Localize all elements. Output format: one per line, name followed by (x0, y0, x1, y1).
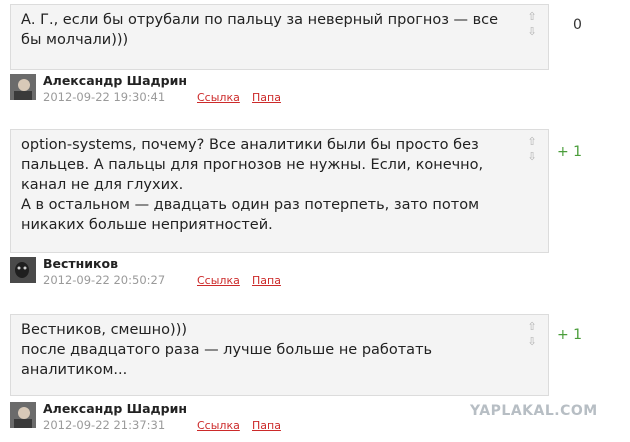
avatar[interactable] (10, 74, 36, 100)
author-name[interactable]: Вестников (43, 256, 118, 271)
comment-bubble: option-systems, почему? Все аналитики бы… (10, 129, 549, 253)
comment-meta: Вестников 2012-09-22 20:50:27 Ссылка Пап… (10, 256, 530, 288)
comment-text: Вестников, смешно))) после двадцатого ра… (21, 322, 433, 378)
vote-up-icon[interactable]: ⇧ (526, 319, 538, 334)
comment-meta: Александр Шадрин 2012-09-22 21:37:31 Ссы… (10, 401, 530, 433)
vote-down-icon[interactable]: ⇩ (526, 24, 538, 39)
vote-down-icon[interactable]: ⇩ (526, 334, 538, 349)
comment-timestamp: 2012-09-22 19:30:41 (43, 90, 166, 104)
parent-link[interactable]: Папа (252, 91, 281, 104)
comment-link[interactable]: Ссылка (197, 274, 240, 287)
comment-text: А. Г., если бы отрубали по пальцу за нев… (21, 12, 499, 48)
vote-controls: ⇧ ⇩ (526, 319, 538, 349)
site-watermark: YAPLAKAL.COM (470, 403, 598, 419)
comment-bubble: А. Г., если бы отрубали по пальцу за нев… (10, 4, 549, 70)
comment-timestamp: 2012-09-22 20:50:27 (43, 273, 166, 287)
comment-score: 0 (573, 17, 582, 33)
author-name[interactable]: Александр Шадрин (43, 401, 187, 416)
comment-text: option-systems, почему? Все аналитики бы… (21, 137, 484, 233)
avatar[interactable] (10, 402, 36, 428)
vote-down-icon[interactable]: ⇩ (526, 149, 538, 164)
comment-timestamp: 2012-09-22 21:37:31 (43, 418, 166, 432)
avatar[interactable] (10, 257, 36, 283)
parent-link[interactable]: Папа (252, 419, 281, 432)
comment-bubble: Вестников, смешно))) после двадцатого ра… (10, 314, 549, 396)
author-name[interactable]: Александр Шадрин (43, 73, 187, 88)
comment-score: + 1 (557, 144, 583, 160)
comment-link[interactable]: Ссылка (197, 419, 240, 432)
comment-meta: Александр Шадрин 2012-09-22 19:30:41 Ссы… (10, 73, 530, 105)
vote-up-icon[interactable]: ⇧ (526, 9, 538, 24)
vote-controls: ⇧ ⇩ (526, 134, 538, 164)
comment-score: + 1 (557, 327, 583, 343)
comment-link[interactable]: Ссылка (197, 91, 240, 104)
vote-controls: ⇧ ⇩ (526, 9, 538, 39)
vote-up-icon[interactable]: ⇧ (526, 134, 538, 149)
parent-link[interactable]: Папа (252, 274, 281, 287)
